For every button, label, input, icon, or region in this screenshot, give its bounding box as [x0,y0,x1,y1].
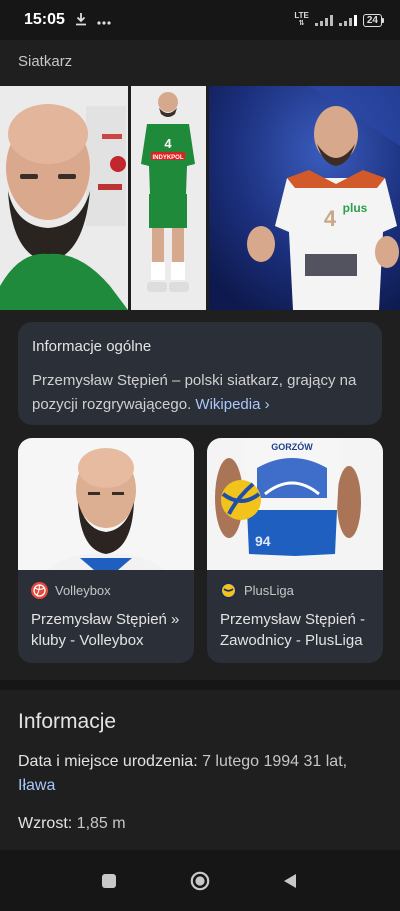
player-photo-3[interactable]: 4 plus [209,86,400,310]
plusliga-logo-icon [220,582,237,599]
signal-icon [314,14,333,26]
image-carousel[interactable]: 4 INDYKPOL 4 plus [0,86,400,310]
sponsor-text-small: INDYKPOL [152,155,183,161]
chevron-right-icon: › [264,396,270,413]
player-photo-2[interactable]: 4 INDYKPOL [131,86,206,310]
result-image-plusliga: GORZÓW 94 [207,438,383,570]
team-logo-text: GORZÓW [271,441,313,452]
status-bar: 15:05 LTE ⇅ 24 [0,0,400,40]
result-source-volleybox: Volleybox [31,582,194,599]
info-card-text: Przemysław Stępień – polski siatkarz, gr… [32,369,368,417]
wikipedia-link[interactable]: Wikipedia › [195,396,269,413]
birth-value: 7 lutego 1994 31 lat, [197,753,348,770]
result-card-plusliga[interactable]: GORZÓW 94 PlusLiga Przemysław Stępień - … [207,438,383,663]
status-time: 15:05 [24,11,65,28]
recents-icon[interactable] [101,872,117,890]
home-icon[interactable] [190,871,210,891]
height-value: 1,85 m [72,815,126,832]
birth-place-link[interactable]: Iława [18,777,55,794]
back-icon[interactable] [283,872,297,890]
status-system-icons: LTE ⇅ 24 [294,12,384,28]
details-heading: Informacje [18,710,117,733]
info-card-title: Informacje ogólne [32,338,152,355]
result-source-plusliga: PlusLiga [220,582,383,599]
result-source-name: Volleybox [55,583,111,598]
result-image-volleybox [18,438,194,570]
more-dots-icon [97,12,111,28]
signal-icon-secondary [338,14,357,26]
card-jersey-number: 94 [255,533,271,549]
system-navigation-bar [0,850,400,911]
status-notification-icons [75,12,111,29]
general-info-card: Informacje ogólne Przemysław Stępień – p… [18,322,382,425]
section-divider [0,680,400,690]
battery-icon: 24 [362,13,384,27]
result-title-plusliga[interactable]: Przemysław Stępień - Zawodnicy - PlusLig… [220,609,373,651]
height-label: Wzrost: [18,815,73,832]
jersey-number-large: 4 [324,206,337,231]
lte-indicator: LTE ⇅ [294,11,309,28]
result-source-name: PlusLiga [244,583,294,598]
player-photo-1[interactable] [0,86,128,310]
download-icon [75,12,87,29]
jersey-number-small: 4 [164,136,172,151]
battery-level: 24 [362,13,382,27]
fact-height: Wzrost: 1,85 m [18,812,382,836]
result-title-volleybox[interactable]: Przemysław Stępień » kluby - Volleybox [31,609,184,651]
volleyball-icon [31,582,48,599]
fact-birth: Data i miejsce urodzenia: 7 lutego 1994 … [18,750,382,798]
entity-subtitle: Siatkarz [18,53,73,70]
result-card-volleybox[interactable]: Volleybox Przemysław Stępień » kluby - V… [18,438,194,663]
sponsor-text-large: plus [343,201,368,215]
birth-label: Data i miejsce urodzenia: [18,753,198,770]
